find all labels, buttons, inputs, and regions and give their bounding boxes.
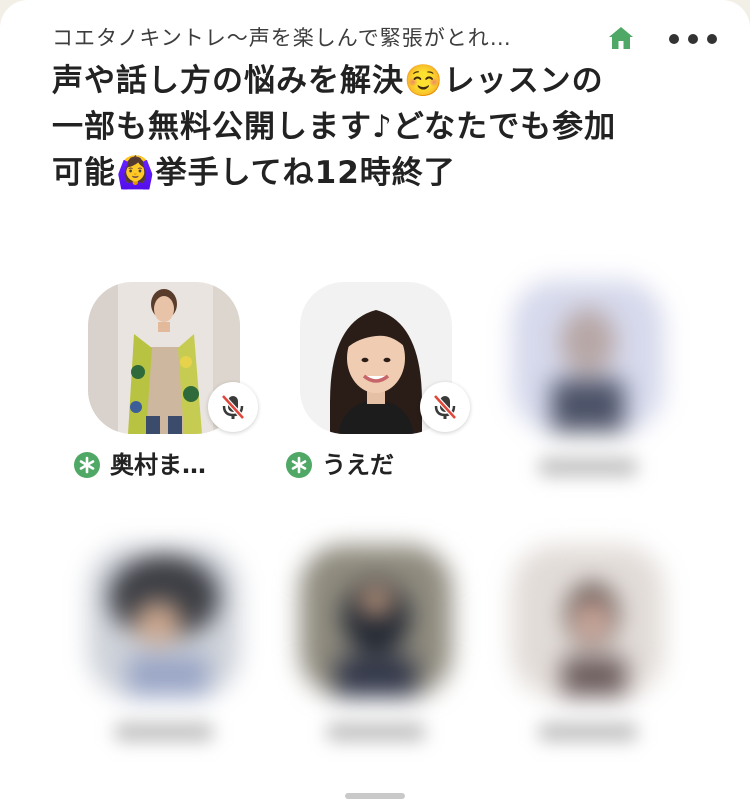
speaker-name-redacted <box>114 723 214 741</box>
speaker-tile-blurred[interactable] <box>512 280 672 480</box>
moderator-badge-icon <box>74 452 100 478</box>
speaker-name: 奥村ま… <box>110 451 206 479</box>
room-header: コエタノキントレ〜声を楽しんで緊張がとれ… <box>52 22 722 54</box>
speaker-tile[interactable]: 奥村ま… <box>74 282 258 482</box>
speaker-name-row: うえだ <box>286 448 476 484</box>
speaker-tile-blurred[interactable] <box>512 545 672 745</box>
speaker-name-redacted <box>538 458 638 476</box>
speaker-tile-blurred[interactable] <box>300 545 460 745</box>
ellipsis-icon[interactable] <box>669 34 717 44</box>
speaker-tile[interactable]: うえだ <box>286 282 470 482</box>
avatar[interactable] <box>512 280 664 432</box>
speaker-name: うえだ <box>322 451 394 479</box>
speaker-name-row: 奥村ま… <box>74 448 264 484</box>
speaker-name-redacted <box>326 723 426 741</box>
club-name[interactable]: コエタノキントレ〜声を楽しんで緊張がとれ… <box>52 22 597 54</box>
muted-microphone-icon <box>208 382 258 432</box>
muted-microphone-icon <box>420 382 470 432</box>
room-panel: コエタノキントレ〜声を楽しんで緊張がとれ… 声や話し方の悩みを解決☺️レッスンの… <box>0 0 750 808</box>
avatar[interactable] <box>88 545 240 697</box>
house-icon[interactable] <box>608 26 634 50</box>
speaker-name-redacted <box>538 723 638 741</box>
room-title: 声や話し方の悩みを解決☺️レッスンの一部も無料公開します♪どなたでも参加可能🙆‍… <box>52 63 617 191</box>
avatar[interactable] <box>512 545 664 697</box>
avatar[interactable] <box>300 545 452 697</box>
speaker-tile-blurred[interactable] <box>88 545 248 745</box>
moderator-badge-icon <box>286 452 312 478</box>
home-indicator[interactable] <box>345 793 405 799</box>
